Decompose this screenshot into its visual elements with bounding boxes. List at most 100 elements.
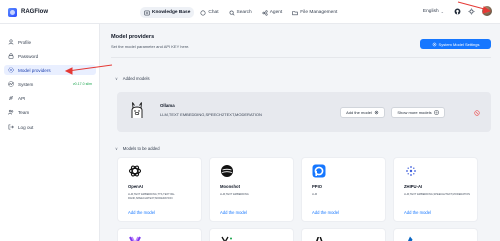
avatar[interactable] <box>482 6 492 16</box>
github-icon[interactable] <box>454 8 461 15</box>
provider-name: ZHIPU-AI <box>404 184 423 189</box>
nav-label: Chat <box>208 10 219 15</box>
main-content: Model providers Set the model parameter … <box>101 24 500 241</box>
button-label: Show more models <box>397 110 432 115</box>
button-label: Add the model <box>346 110 372 115</box>
team-icon <box>8 109 14 115</box>
provider-tags: LLM,TEXT EMBEDDING,SPEECH2TEXT,MODERATIO… <box>404 193 471 196</box>
header-actions: English ⌄ <box>423 6 492 16</box>
system-model-settings-label: System Model Settings <box>438 41 480 47</box>
sidebar-item-label: System <box>18 81 34 87</box>
chat-icon <box>200 10 206 15</box>
provider-card-moonshot: Moonshot LLM,TEXT EMBEDDING Add the mode… <box>209 157 294 222</box>
sidebar-item-label: Team <box>18 109 30 115</box>
language-selector[interactable]: English ⌄ <box>423 9 444 14</box>
section-label: Added models <box>122 76 150 81</box>
add-the-model-link[interactable]: Add the model <box>312 210 339 215</box>
delete-icon[interactable] <box>474 110 480 116</box>
nav-file-management[interactable]: File Management <box>288 7 341 18</box>
nav-label: Knowledge Base <box>152 10 191 15</box>
ppio-icon <box>312 164 326 178</box>
divider <box>111 57 491 58</box>
sidebar-item-team[interactable]: Team <box>4 107 96 117</box>
main-nav: Knowledge Base Chat Search Agent File Ma… <box>140 7 343 18</box>
theme-icon[interactable] <box>468 7 475 15</box>
add-the-model-link[interactable]: Add the model <box>404 210 431 215</box>
add-the-model-button[interactable]: Add the model <box>340 107 385 118</box>
added-model-tags: LLM,TEXT EMBEDDING,SPEECH2TEXT,MODERATIO… <box>160 112 262 117</box>
provider-tags: LLM,TEXT EMBEDDING <box>220 193 249 196</box>
gear-icon <box>374 110 379 115</box>
sidebar-item-password[interactable]: Password <box>4 51 96 61</box>
lock-icon <box>8 53 14 59</box>
sidebar-item-label: Password <box>18 53 39 59</box>
add-the-model-link[interactable]: Add the model <box>220 210 247 215</box>
models-to-be-added-header[interactable]: ∨ Models to be added <box>115 146 160 151</box>
provider-name: OpenAI <box>128 184 143 189</box>
settings-sidebar: Profile Password Model providers System … <box>0 24 100 241</box>
nav-knowledge-base[interactable]: Knowledge Base <box>140 7 195 18</box>
section-label: Models to be added <box>122 146 160 151</box>
sidebar-item-label: Model providers <box>18 67 51 73</box>
list-icon <box>434 110 439 115</box>
provider-card-partial <box>117 228 202 241</box>
api-icon <box>9 96 13 100</box>
page-subtitle: Set the model parameter and API KEY here… <box>111 44 190 49</box>
openai-icon <box>128 165 142 177</box>
ollama-icon <box>131 102 143 118</box>
nav-search[interactable]: Search <box>225 7 256 18</box>
yi-icon <box>221 236 232 241</box>
sidebar-item-label: API <box>18 95 26 101</box>
added-models-header[interactable]: ∨ Added models <box>115 76 150 81</box>
provider-tags: LLM <box>312 193 318 196</box>
language-label: English <box>422 8 439 14</box>
sidebar-item-label: Profile <box>18 39 32 45</box>
agent-icon <box>262 9 268 16</box>
moonshot-icon <box>221 165 233 177</box>
add-the-model-link[interactable]: Add the model <box>128 210 155 215</box>
system-model-settings-button[interactable]: System Model Settings <box>420 39 491 49</box>
zhipu-icon <box>406 166 416 176</box>
chevron-down-icon: ∨ <box>115 77 118 81</box>
page-title: Model providers <box>111 34 155 40</box>
nav-label: Search <box>236 10 252 15</box>
nav-label: File Management <box>300 10 338 15</box>
provider-card-partial <box>209 228 294 241</box>
model-providers-icon <box>8 67 14 73</box>
nav-agent[interactable]: Agent <box>258 7 287 18</box>
chevron-down-icon: ∨ <box>115 147 118 151</box>
sidebar-item-system[interactable]: System v0.17.0 slim <box>4 79 96 89</box>
provider-name: PPIO <box>312 184 323 189</box>
user-icon <box>8 39 14 45</box>
provider-name: Moonshot <box>220 184 241 189</box>
logout-icon <box>8 124 14 130</box>
sidebar-item-api[interactable]: API <box>4 93 96 103</box>
show-more-models-button[interactable]: Show more models <box>391 107 445 118</box>
knowledge-base-icon <box>144 10 150 15</box>
added-model-name: Ollama <box>160 103 175 108</box>
folder-icon <box>292 10 298 15</box>
provider-card-ppio: PPIO LLM Add the model <box>301 157 386 222</box>
settings-icon <box>432 42 436 46</box>
provider-tags: LLM,TEXT EMBEDDING,TTS,TEXT RE-RANK,SPEE… <box>128 193 175 200</box>
app-name: RAGFlow <box>21 9 48 15</box>
ragflow-logo-icon <box>8 7 17 17</box>
top-bar: RAGFlow Knowledge Base Chat Search Agent… <box>0 0 500 24</box>
provider-card-openai: OpenAI LLM,TEXT EMBEDDING,TTS,TEXT RE-RA… <box>117 157 202 222</box>
sidebar-item-model-providers[interactable]: Model providers <box>4 65 96 75</box>
search-icon <box>229 10 235 15</box>
added-model-card: Ollama LLM,TEXT EMBEDDING,SPEECH2TEXT,MO… <box>117 92 491 132</box>
app-logo[interactable]: RAGFlow <box>8 6 48 18</box>
version-badge: v0.17.0 slim <box>72 82 92 86</box>
provider-card-partial <box>301 228 386 241</box>
provider-card-zhipu-ai: ZHIPU-AI LLM,TEXT EMBEDDING,SPEECH2TEXT,… <box>393 157 478 222</box>
provider-card-partial <box>393 228 478 241</box>
anthropic-icon <box>316 237 323 241</box>
sidebar-item-label: Log out <box>18 124 34 130</box>
system-icon <box>8 81 14 87</box>
azure-icon <box>407 236 413 241</box>
sidebar-item-profile[interactable]: Profile <box>4 37 96 47</box>
nav-label: Agent <box>269 10 283 15</box>
sidebar-item-logout[interactable]: Log out <box>4 122 96 132</box>
nav-chat[interactable]: Chat <box>196 7 222 18</box>
